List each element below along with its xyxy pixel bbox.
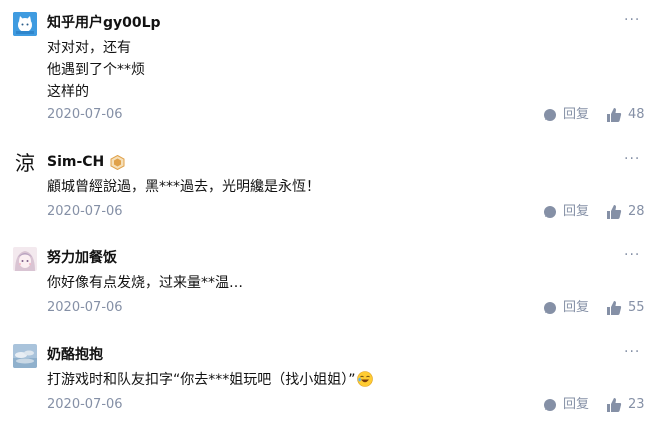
anime-girl-avatar-icon	[13, 247, 37, 271]
reply-label: 回复	[563, 397, 590, 412]
comment-date: 2020-07-06	[47, 204, 123, 219]
gold-badge-icon	[110, 154, 125, 170]
comment-line: 这样的	[47, 84, 89, 100]
reply-button[interactable]: 回复	[543, 299, 589, 317]
comment-line: 打游戏时和队友扣字“你去***姐玩吧（找小姐姐）”	[47, 372, 356, 388]
reply-label: 回复	[563, 300, 590, 315]
comment-date: 2020-07-06	[47, 397, 123, 412]
like-button[interactable]: 48	[606, 106, 645, 124]
comment-line: 顧城曾經說過，黑***過去，光明纔是永恆！	[47, 179, 320, 195]
thumbs-up-icon	[607, 301, 622, 315]
reply-bubble-icon	[544, 302, 556, 314]
comment-item: 奶酪抱抱 ··· 打游戏时和队友扣字“你去***姐玩吧（找小姐姐）” 2020-…	[0, 344, 658, 414]
comment-text: 你好像有点发烧，过来量**温…	[47, 272, 243, 294]
reply-label: 回复	[563, 107, 590, 122]
reply-bubble-icon	[544, 206, 556, 218]
author-name-text: Sim-CH	[47, 154, 105, 170]
comment-line: 对对对，还有	[47, 40, 131, 56]
like-count: 23	[628, 397, 645, 412]
thumbs-up-icon	[607, 205, 622, 219]
comment-text: 顧城曾經說過，黑***過去，光明纔是永恆！	[47, 176, 320, 198]
author-name[interactable]: 知乎用户gy00Lp	[47, 13, 161, 33]
more-options-button[interactable]: ···	[624, 151, 640, 167]
like-count: 28	[628, 204, 645, 219]
reply-bubble-icon	[544, 109, 556, 121]
reply-button[interactable]: 回复	[543, 203, 589, 221]
like-button[interactable]: 55	[606, 299, 645, 317]
avatar-char: 涼	[15, 151, 35, 175]
comment-item: 努力加餐饭 ··· 你好像有点发烧，过来量**温… 2020-07-06 回复 …	[0, 247, 658, 317]
avatar[interactable]	[13, 247, 37, 271]
thumbs-up-icon	[607, 108, 622, 122]
comment-date: 2020-07-06	[47, 300, 123, 315]
sky-clouds-avatar-icon	[13, 344, 37, 368]
laughing-emoji-icon	[356, 371, 373, 387]
comment-line: 你好像有点发烧，过来量**温…	[47, 275, 243, 291]
like-count: 48	[628, 107, 645, 122]
author-name[interactable]: 努力加餐饭	[47, 248, 117, 268]
comment-list: 知乎用户gy00Lp ··· 对对对，还有 他遇到了个**烦 这样的 2020-…	[0, 0, 658, 433]
more-options-button[interactable]: ···	[624, 12, 640, 28]
reply-button[interactable]: 回复	[543, 106, 589, 124]
more-options-button[interactable]: ···	[624, 247, 640, 263]
like-button[interactable]: 28	[606, 203, 645, 221]
like-button[interactable]: 23	[606, 396, 645, 414]
thumbs-up-icon	[607, 398, 622, 412]
avatar[interactable]	[13, 344, 37, 368]
comment-text: 对对对，还有 他遇到了个**烦 这样的	[47, 37, 145, 103]
comment-date: 2020-07-06	[47, 107, 123, 122]
author-name[interactable]: 奶酪抱抱	[47, 345, 103, 365]
blue-cat-avatar-icon	[13, 12, 37, 36]
comment-line: 他遇到了个**烦	[47, 62, 145, 78]
comment-item: 知乎用户gy00Lp ··· 对对对，还有 他遇到了个**烦 这样的 2020-…	[0, 12, 658, 124]
reply-label: 回复	[563, 204, 590, 219]
author-name[interactable]: Sim-CH	[47, 152, 125, 172]
avatar[interactable]	[13, 12, 37, 36]
avatar[interactable]: 涼	[13, 151, 37, 175]
comment-item: 涼 Sim-CH ··· 顧城曾經說過，黑***過去，光明纔是永恆！ 2020-…	[0, 151, 658, 221]
comment-text: 打游戏时和队友扣字“你去***姐玩吧（找小姐姐）”	[47, 369, 373, 391]
like-count: 55	[628, 300, 645, 315]
reply-bubble-icon	[544, 399, 556, 411]
more-options-button[interactable]: ···	[624, 344, 640, 360]
reply-button[interactable]: 回复	[543, 396, 589, 414]
